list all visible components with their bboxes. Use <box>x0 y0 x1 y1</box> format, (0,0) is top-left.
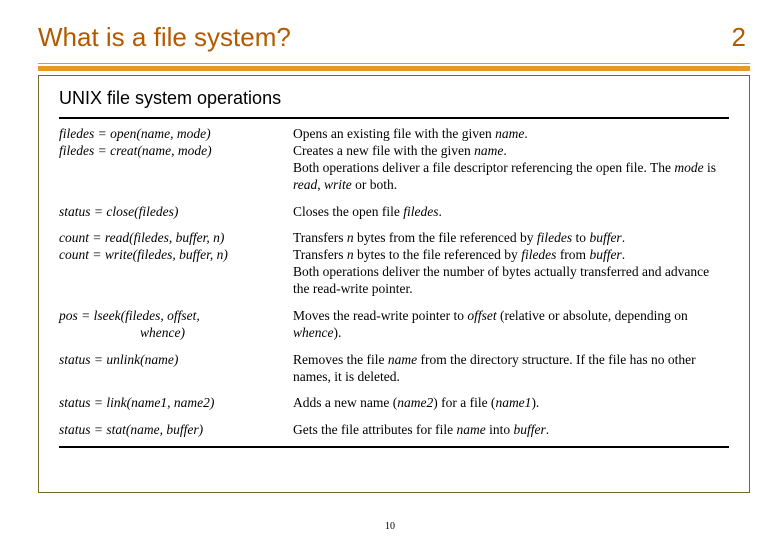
table-row: status = close(filedes) Closes the open … <box>59 199 729 226</box>
op-signature: status = close(filedes) <box>59 199 293 226</box>
title-rule <box>38 63 750 71</box>
op-signature: status = link(name1, name2) <box>59 390 293 417</box>
op-description: Transfers n bytes from the file referenc… <box>293 225 729 303</box>
op-description: Opens an existing file with the given na… <box>293 121 729 199</box>
op-signature: status = stat(name, buffer) <box>59 417 293 444</box>
table-row: filedes = open(name, mode)filedes = crea… <box>59 121 729 199</box>
header: What is a file system? 2 <box>38 22 750 53</box>
table-row: status = stat(name, buffer) Gets the fil… <box>59 417 729 444</box>
page-number-top: 2 <box>732 22 750 53</box>
op-signature: count = read(filedes, buffer, n)count = … <box>59 225 293 303</box>
op-signature: filedes = open(name, mode)filedes = crea… <box>59 121 293 199</box>
operations-table: filedes = open(name, mode)filedes = crea… <box>59 115 729 450</box>
table-rule-bottom <box>59 444 729 450</box>
page-number-bottom: 10 <box>0 521 780 532</box>
table-row: status = unlink(name) Removes the file n… <box>59 347 729 391</box>
table-row: count = read(filedes, buffer, n)count = … <box>59 225 729 303</box>
op-description: Moves the read-write pointer to offset (… <box>293 303 729 347</box>
table-row: status = link(name1, name2) Adds a new n… <box>59 390 729 417</box>
section-heading: UNIX file system operations <box>59 88 729 109</box>
op-signature: status = unlink(name) <box>59 347 293 391</box>
table-row: pos = lseek(filedes, offset, whence) Mov… <box>59 303 729 347</box>
slide: What is a file system? 2 UNIX file syste… <box>0 0 780 540</box>
op-signature: pos = lseek(filedes, offset, whence) <box>59 303 293 347</box>
op-description: Gets the file attributes for file name i… <box>293 417 729 444</box>
op-description: Removes the file name from the directory… <box>293 347 729 391</box>
page-title: What is a file system? <box>38 22 291 53</box>
op-description: Closes the open file filedes. <box>293 199 729 226</box>
content-box: UNIX file system operations filedes = op… <box>38 75 750 493</box>
op-description: Adds a new name (name2) for a file (name… <box>293 390 729 417</box>
